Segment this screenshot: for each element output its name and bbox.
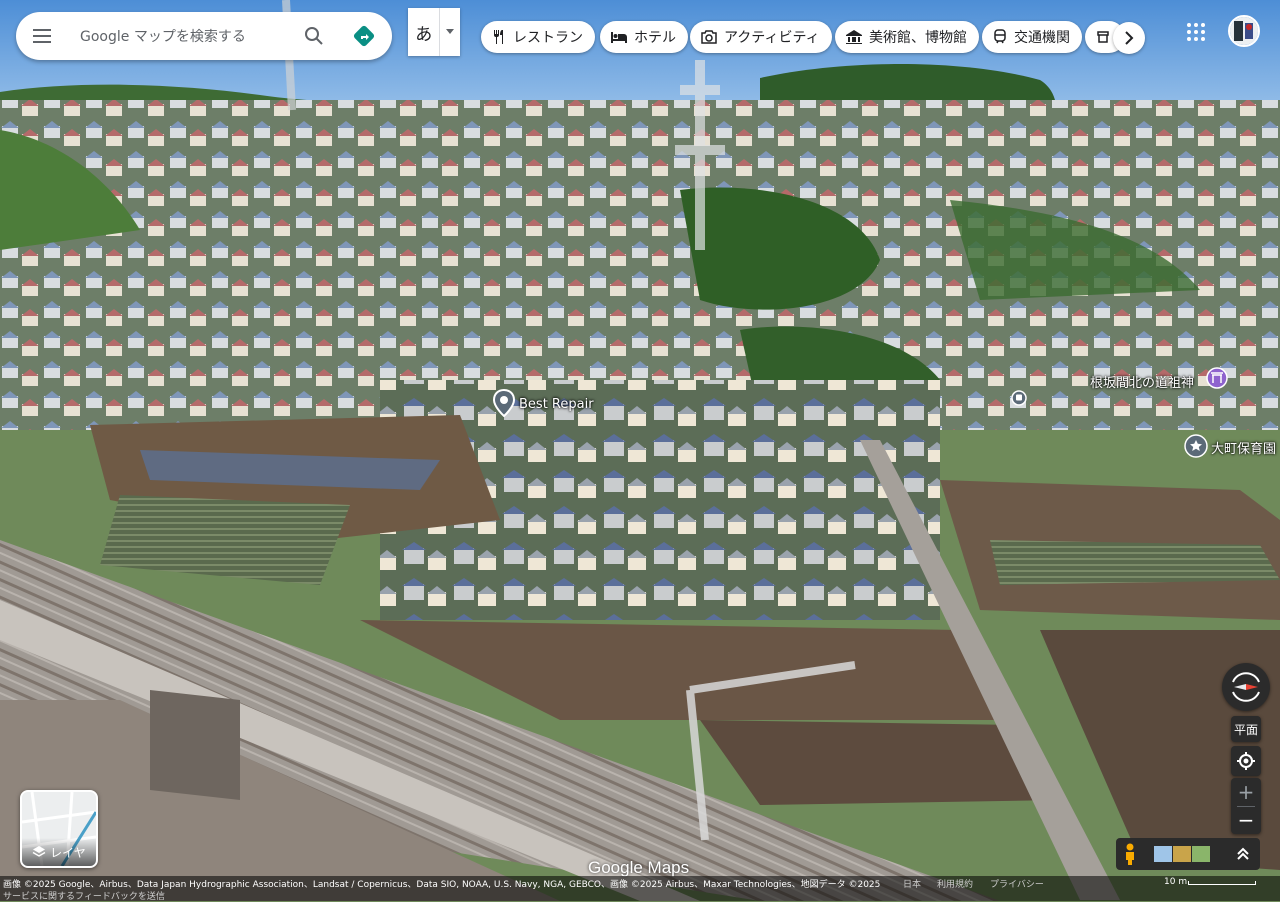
privacy-link[interactable]: プライバシー (990, 877, 1044, 890)
fork-knife-icon (494, 30, 503, 44)
chevron-up-icon[interactable] (1236, 847, 1250, 861)
category-chip-transit[interactable]: 交通機関 (982, 21, 1082, 53)
layers-label: レイヤ (50, 845, 86, 860)
map-pin-icon[interactable] (492, 389, 516, 417)
place-label-nursery[interactable]: 大町保育園 (1211, 438, 1276, 457)
category-chip-restaurant[interactable]: レストラン (481, 21, 595, 53)
my-location-button[interactable] (1231, 746, 1261, 776)
terms-link[interactable]: 利用規約 (937, 877, 973, 890)
scroll-right-button[interactable] (1113, 22, 1145, 54)
shrine-icon[interactable] (1206, 367, 1228, 389)
google-maps-watermark: Google Maps (588, 858, 690, 877)
search-input[interactable] (78, 23, 292, 51)
street-view-bar (1116, 838, 1260, 870)
compass-button[interactable] (1222, 663, 1270, 711)
flat-view-button[interactable]: 平面 (1231, 716, 1261, 742)
scale-bar (1188, 881, 1256, 885)
category-label: 交通機関 (1014, 30, 1070, 46)
menu-icon[interactable] (30, 24, 54, 48)
scale-label[interactable]: 10 m (1164, 877, 1187, 887)
compass-icon (1232, 672, 1260, 702)
account-avatar[interactable] (1228, 15, 1260, 47)
bus-stop-icon[interactable] (1011, 390, 1027, 406)
category-label: レストラン (513, 30, 583, 46)
place-label-dosojin[interactable]: 根坂間北の道祖神 (1090, 372, 1194, 391)
region-link[interactable]: 日本 (903, 877, 921, 890)
input-tools-button[interactable]: あ (408, 8, 460, 56)
search-icon[interactable] (302, 24, 326, 48)
train-icon (994, 29, 1006, 44)
feedback-link[interactable]: サービスに関するフィードバックを送信 (3, 889, 165, 902)
ime-label: あ (415, 24, 433, 45)
category-chip-hotel[interactable]: ホテル (600, 21, 688, 53)
zoom-control: + − (1231, 778, 1261, 834)
directions-icon[interactable] (352, 24, 376, 48)
layers-button[interactable]: レイヤ (20, 790, 98, 868)
pegman-icon[interactable] (1122, 842, 1138, 866)
category-chip-museum[interactable]: 美術館、博物館 (835, 21, 979, 53)
zoom-out-button[interactable]: − (1238, 807, 1255, 834)
more-category-icon (1097, 31, 1109, 43)
layers-caption: レイヤ (22, 838, 96, 866)
caret-down-icon (446, 29, 455, 34)
zoom-in-button[interactable]: + (1238, 779, 1255, 806)
chevron-right-icon (1125, 31, 1134, 45)
museum-icon (846, 30, 862, 44)
place-label-best-repair[interactable]: Best Repair (519, 397, 594, 412)
school-icon[interactable] (1184, 434, 1208, 458)
category-label: 美術館、博物館 (869, 30, 967, 46)
camera-icon (701, 30, 717, 44)
ime-dropdown[interactable] (439, 8, 460, 56)
apps-grid-icon[interactable] (1184, 20, 1208, 44)
map-3d-view[interactable] (0, 0, 1280, 901)
layers-icon (32, 846, 46, 857)
my-location-icon (1237, 752, 1255, 770)
category-chip-activities[interactable]: アクティビティ (690, 21, 832, 53)
bed-icon (611, 32, 627, 43)
search-box[interactable] (16, 12, 392, 60)
category-label: ホテル (634, 30, 676, 46)
imagery-thumbnails[interactable] (1154, 846, 1210, 862)
avatar-image (1230, 17, 1258, 45)
category-label: アクティビティ (724, 30, 820, 46)
